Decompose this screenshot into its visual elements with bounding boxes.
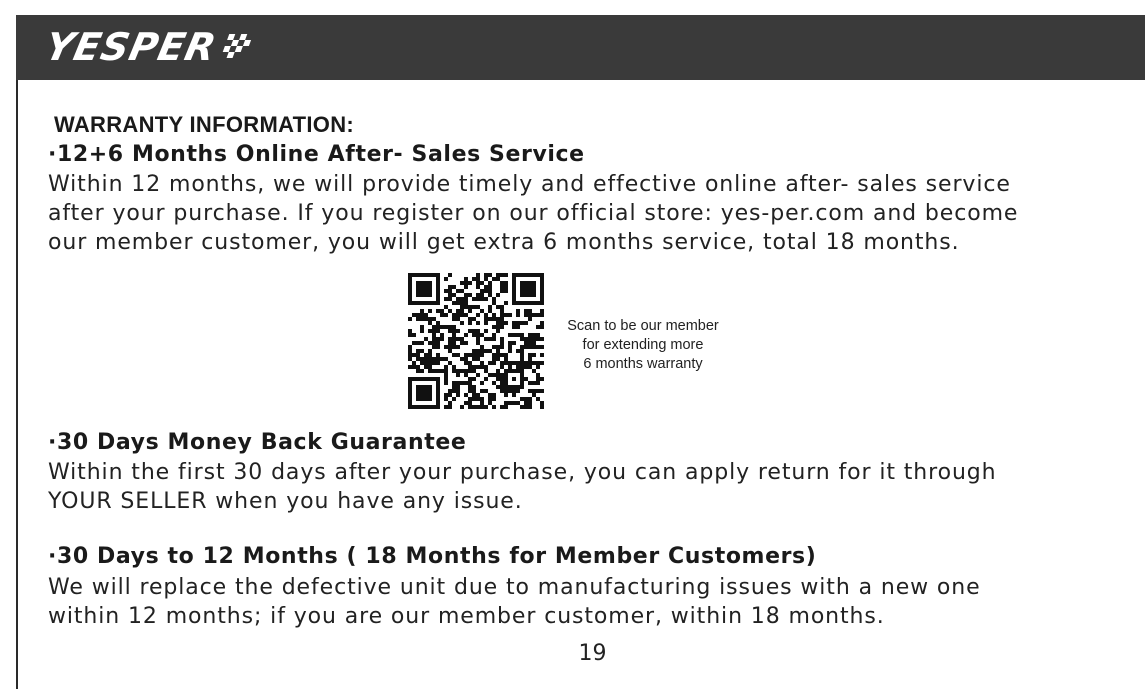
section-heading-money-back: ·30 Days Money Back Guarantee (48, 430, 467, 455)
checkered-flag-icon (222, 34, 252, 58)
section-body-line: We will replace the defective unit due t… (48, 575, 981, 600)
page-border (16, 15, 18, 689)
logo-text: YESPER (41, 25, 221, 69)
brand-logo: YESPER (41, 25, 254, 69)
qr-caption-line: 6 months warranty (583, 356, 703, 372)
qr-caption-line: Scan to be our member (567, 318, 719, 334)
page-number: 19 (578, 641, 607, 666)
section-body-line: Within 12 months, we will provide timely… (48, 172, 1011, 197)
section-heading-replacement: ·30 Days to 12 Months ( 18 Months for Me… (48, 544, 817, 569)
section-body-line: YOUR SELLER when you have any issue. (48, 489, 523, 514)
qr-code-icon (408, 273, 544, 409)
section-heading-online-service: ·12+6 Months Online After- Sales Service (48, 142, 585, 167)
section-body-line: within 12 months; if you are our member … (48, 604, 885, 629)
warranty-title: WARRANTY INFORMATION: (54, 112, 355, 137)
header-bar: YESPER (16, 15, 1145, 80)
qr-caption-line: for extending more (582, 337, 704, 353)
section-body-line: our member customer, you will get extra … (48, 230, 960, 255)
section-body-line: Within the first 30 days after your purc… (48, 460, 997, 485)
qr-caption: Scan to be our member for extending more… (548, 317, 738, 374)
section-body-line: after your purchase. If you register on … (48, 201, 1019, 226)
